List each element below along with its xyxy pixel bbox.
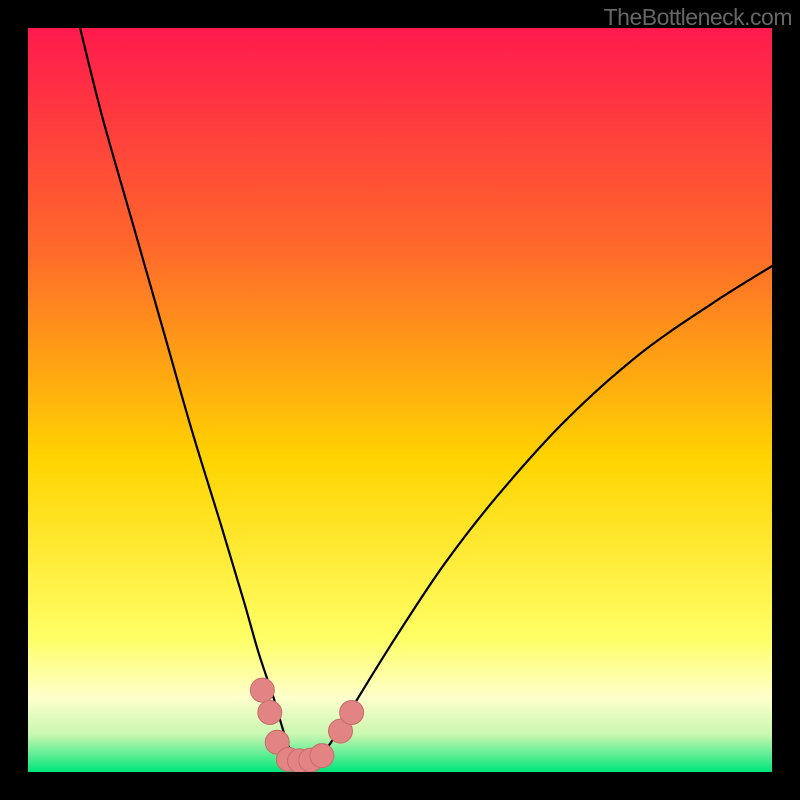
plot-area <box>28 28 772 772</box>
chart-svg <box>28 28 772 772</box>
highlight-marker <box>340 700 364 724</box>
highlight-marker <box>310 744 334 768</box>
gradient-background <box>28 28 772 772</box>
chart-frame: TheBottleneck.com <box>0 0 800 800</box>
watermark-text: TheBottleneck.com <box>604 4 792 31</box>
highlight-marker <box>250 678 274 702</box>
highlight-marker <box>258 700 282 724</box>
